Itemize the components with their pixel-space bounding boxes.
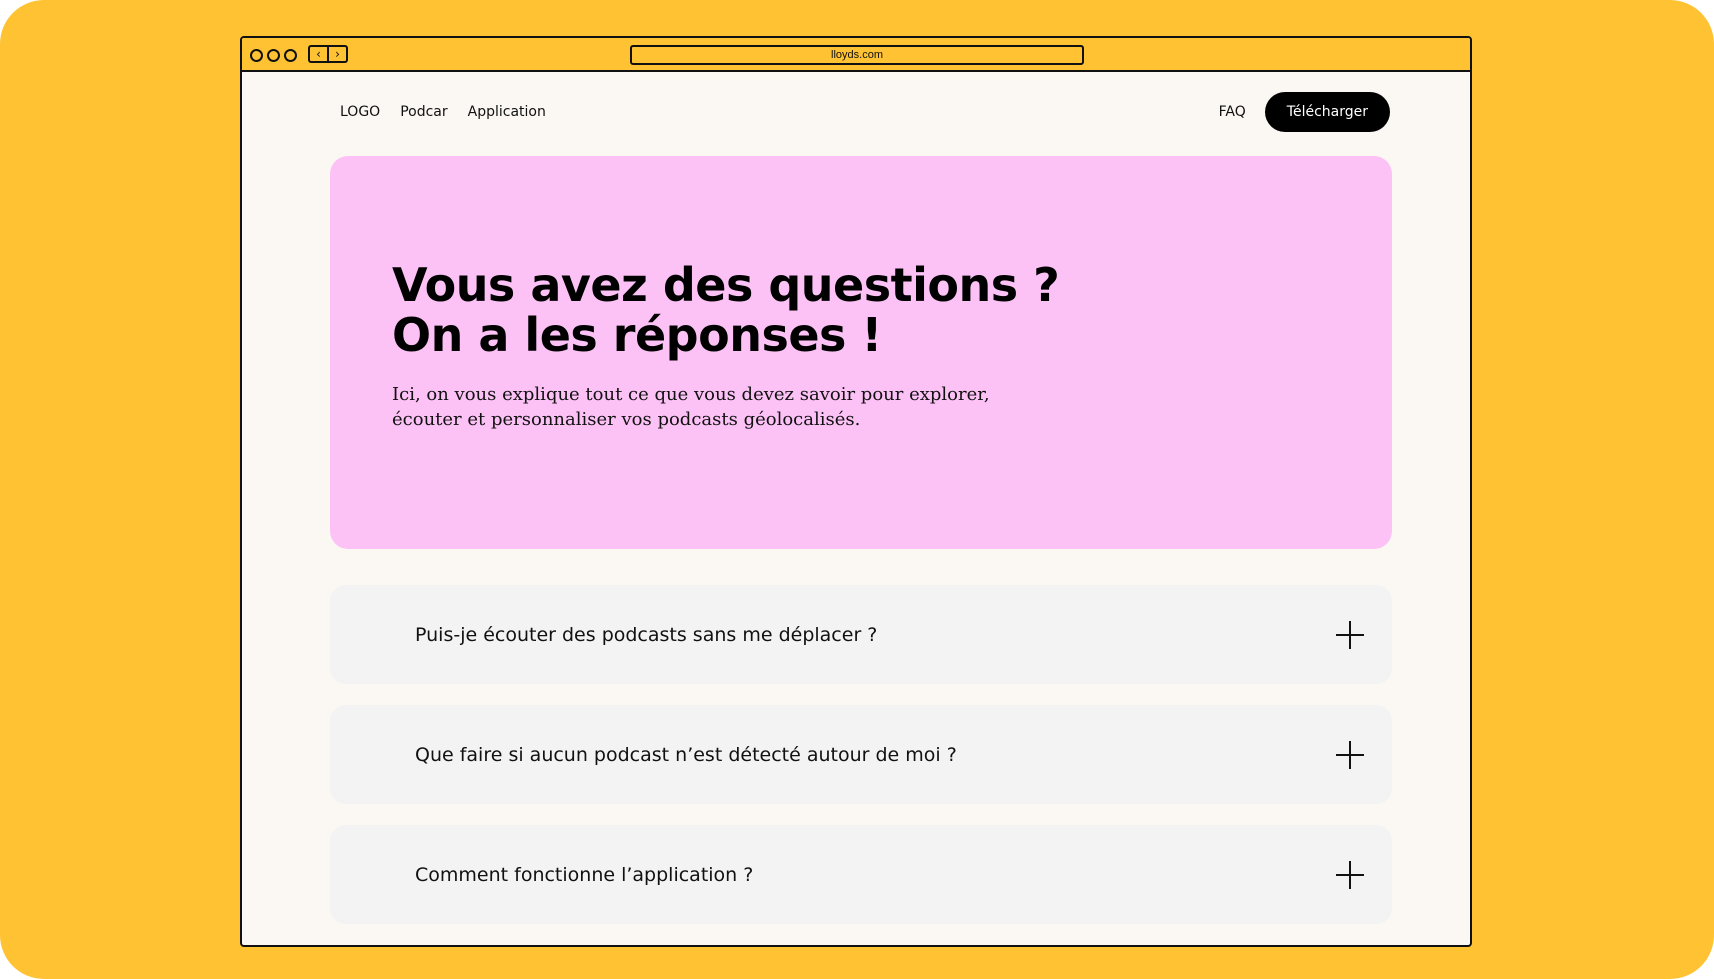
logo[interactable]: LOGO xyxy=(340,104,380,120)
browser-window: ‹ › lloyds.com LOGO Podcar Application F… xyxy=(240,36,1472,947)
history-buttons: ‹ › xyxy=(308,45,348,63)
chevron-left-icon[interactable]: ‹ xyxy=(310,47,327,61)
address-bar[interactable]: lloyds.com xyxy=(630,45,1084,65)
site-nav: LOGO Podcar Application FAQ Télécharger xyxy=(340,92,1390,132)
plus-icon[interactable] xyxy=(1336,621,1364,649)
window-dot-icon[interactable] xyxy=(250,49,263,62)
hero-description: Ici, on vous explique tout ce que vous d… xyxy=(392,382,1012,432)
plus-icon[interactable] xyxy=(1336,741,1364,769)
faq-question: Puis-je écouter des podcasts sans me dép… xyxy=(415,623,878,646)
download-button[interactable]: Télécharger xyxy=(1264,92,1390,132)
window-dot-icon[interactable] xyxy=(284,49,297,62)
hero-description-line: écouter et personnaliser vos podcasts gé… xyxy=(392,409,861,430)
hero-banner: Vous avez des questions ? On a les répon… xyxy=(330,156,1392,549)
page-title-line: On a les réponses ! xyxy=(392,308,882,362)
browser-toolbar: ‹ › lloyds.com xyxy=(242,38,1470,72)
faq-item[interactable]: Puis-je écouter des podcasts sans me dép… xyxy=(330,585,1392,684)
backdrop: ‹ › lloyds.com LOGO Podcar Application F… xyxy=(0,0,1714,979)
page-title-line: Vous avez des questions ? xyxy=(392,258,1060,312)
nav-link-faq[interactable]: FAQ xyxy=(1219,104,1246,120)
hero-description-line: Ici, on vous explique tout ce que vous d… xyxy=(392,384,990,405)
chevron-right-icon[interactable]: › xyxy=(327,47,346,61)
nav-link-application[interactable]: Application xyxy=(468,104,546,120)
faq-item[interactable]: Comment fonctionne l’application ? xyxy=(330,825,1392,924)
plus-icon[interactable] xyxy=(1336,861,1364,889)
faq-item[interactable]: Que faire si aucun podcast n’est détecté… xyxy=(330,705,1392,804)
faq-question: Que faire si aucun podcast n’est détecté… xyxy=(415,743,957,766)
faq-question: Comment fonctionne l’application ? xyxy=(415,863,754,886)
window-dot-icon[interactable] xyxy=(267,49,280,62)
nav-link-podcar[interactable]: Podcar xyxy=(400,104,447,120)
page-title: Vous avez des questions ? On a les répon… xyxy=(392,258,1060,362)
